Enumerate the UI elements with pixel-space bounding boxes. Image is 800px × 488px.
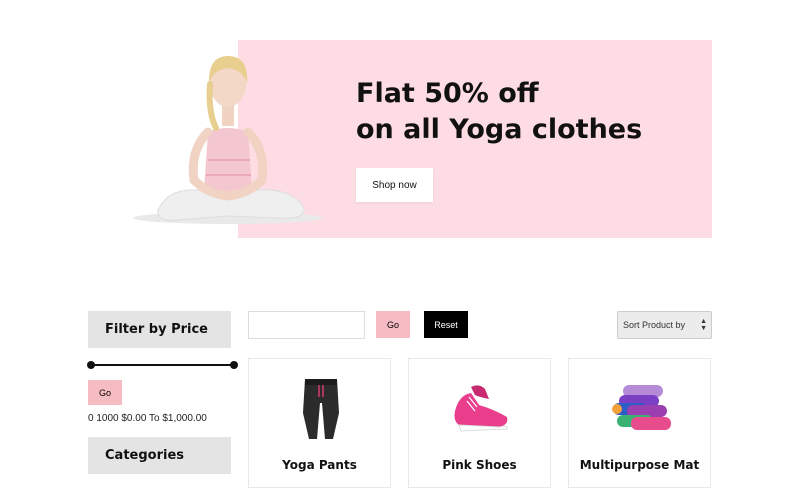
price-range-label: 0 1000 $0.00 To $1,000.00 bbox=[88, 413, 207, 424]
product-card[interactable]: Multipurpose Mat bbox=[568, 358, 711, 488]
price-slider-max-handle[interactable] bbox=[230, 361, 238, 369]
product-name[interactable]: Yoga Pants bbox=[249, 458, 390, 472]
shop-now-button[interactable]: Shop now bbox=[356, 168, 433, 202]
product-search-input[interactable] bbox=[248, 311, 365, 339]
promo-banner: Flat 50% off on all Yoga clothes Shop no… bbox=[88, 40, 712, 238]
reset-button[interactable]: Reset bbox=[424, 311, 468, 338]
updown-arrows-icon: ▲ ▼ bbox=[700, 318, 707, 332]
price-filter-go-button[interactable]: Go bbox=[88, 380, 122, 405]
price-slider-min-handle[interactable] bbox=[87, 361, 95, 369]
product-card[interactable]: Pink Shoes bbox=[408, 358, 551, 488]
product-name[interactable]: Multipurpose Mat bbox=[569, 458, 710, 472]
yoga-pants-image bbox=[303, 379, 339, 439]
sort-selected-label: Sort Product by bbox=[623, 320, 686, 330]
filter-by-price-heading: Filter by Price bbox=[88, 311, 231, 348]
yoga-mat-image bbox=[612, 385, 671, 430]
sort-product-select[interactable]: Sort Product by ▲ ▼ bbox=[617, 311, 712, 339]
yoga-woman-image bbox=[133, 56, 323, 224]
product-card[interactable]: Yoga Pants bbox=[248, 358, 391, 488]
search-go-button[interactable]: Go bbox=[376, 311, 410, 338]
pink-shoes-image bbox=[454, 385, 508, 432]
price-range-slider[interactable] bbox=[90, 364, 234, 366]
promo-title: Flat 50% off on all Yoga clothes bbox=[356, 78, 643, 145]
product-name[interactable]: Pink Shoes bbox=[409, 458, 550, 472]
categories-heading: Categories bbox=[88, 437, 231, 474]
